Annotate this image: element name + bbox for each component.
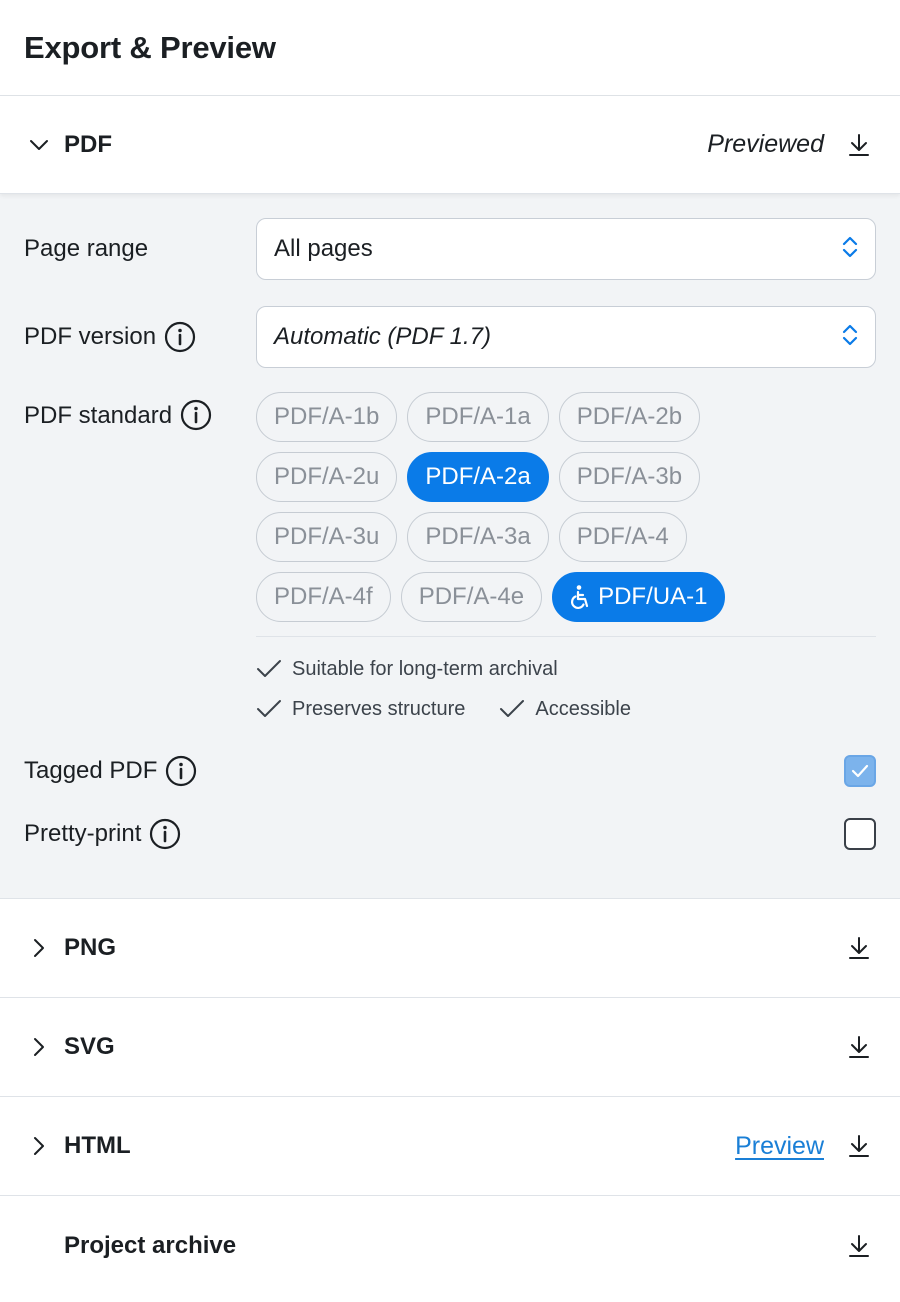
html-preview-link[interactable]: Preview [735,1132,824,1161]
pdf-version-label-text: PDF version [24,323,157,350]
pdf-status: Previewed [707,130,824,158]
divider [256,636,876,637]
chip-pdfua-1-label: PDF/UA-1 [598,583,708,610]
check-icon [256,699,282,719]
export-preview-panel: Export & Preview PDF Previewed Page rang… [0,0,900,1302]
check-icon [256,659,282,679]
check-icon [499,699,525,719]
feature-item: Accessible [499,698,631,721]
png-section-header[interactable]: PNG [0,899,900,997]
feature-text: Suitable for long-term archival [292,657,558,680]
info-icon[interactable] [165,755,197,787]
select-arrows-icon [841,322,859,353]
feature-item: Preserves structure [256,698,465,721]
png-section: PNG [0,899,900,998]
chip-pdfa-4[interactable]: PDF/A-4 [558,512,687,562]
tagged-pdf-label-text: Tagged PDF [24,756,158,784]
svg-section-header[interactable]: SVG [0,998,900,1096]
html-section-header[interactable]: HTML Preview [0,1097,900,1195]
chip-pdfa-2a[interactable]: PDF/A-2a [407,452,549,502]
chip-pdfa-3u[interactable]: PDF/A-3u [256,512,398,562]
pdf-standard-label-text: PDF standard [24,402,173,429]
page-range-label-text: Page range [24,235,149,262]
download-svg-icon[interactable] [846,1034,872,1060]
panel-title: Export & Preview [24,29,276,65]
pdf-version-value: Automatic (PDF 1.7) [274,323,491,350]
feature-text: Preserves structure [292,697,466,720]
pdf-version-row: PDF version Automatic (PDF 1.7) [24,306,876,368]
svg-section: SVG [0,998,900,1097]
feature-line: Preserves structure Accessible [256,689,876,729]
download-png-icon[interactable] [846,935,872,961]
chevron-right-icon[interactable] [26,935,52,961]
download-pdf-icon[interactable] [846,132,872,158]
tagged-pdf-checkbox[interactable] [844,754,876,787]
chevron-right-icon[interactable] [26,1034,52,1060]
feature-line: Suitable for long-term archival [256,649,876,689]
select-arrows-icon [841,234,859,265]
pdf-standard-label: PDF standard [24,392,256,729]
pretty-print-label: Pretty-print [24,818,844,850]
page-range-row: Page range All pages [24,218,876,280]
pdf-options: Page range All pages PDF version Automat… [0,194,900,899]
info-icon[interactable] [164,321,196,353]
tagged-pdf-row: Tagged PDF [24,739,876,802]
chevron-right-icon[interactable] [26,1133,52,1159]
info-icon[interactable] [180,399,212,431]
html-section-title: HTML [64,1132,131,1159]
pretty-print-label-text: Pretty-print [24,819,142,847]
pdf-standard-row: PDF standard PDF/A-1b PDF/A-1a PDF/A-2b … [24,392,876,729]
tagged-pdf-label: Tagged PDF [24,755,844,787]
panel-header: Export & Preview [0,0,900,96]
page-range-select[interactable]: All pages [256,218,876,280]
pretty-print-checkbox[interactable] [844,817,876,850]
chip-pdfa-4e[interactable]: PDF/A-4e [400,572,543,622]
download-html-icon[interactable] [846,1133,872,1159]
chip-pdfa-3b[interactable]: PDF/A-3b [558,452,701,502]
feature-item: Suitable for long-term archival [256,658,558,681]
png-section-title: PNG [64,934,117,961]
page-range-value: All pages [274,235,373,262]
chip-pdfa-3a[interactable]: PDF/A-3a [407,512,549,562]
accessibility-icon [570,584,592,610]
pdf-version-select[interactable]: Automatic (PDF 1.7) [256,306,876,368]
chip-pdfa-2b[interactable]: PDF/A-2b [558,392,701,442]
page-range-label: Page range [24,218,256,280]
chip-pdfua-1[interactable]: PDF/UA-1 [552,572,726,622]
chip-pdfa-4f[interactable]: PDF/A-4f [256,572,391,622]
project-archive-header[interactable]: Project archive [0,1196,900,1296]
chevron-down-icon[interactable] [26,132,52,158]
svg-section-title: SVG [64,1033,115,1060]
html-section: HTML Preview [0,1097,900,1196]
info-icon[interactable] [149,818,181,850]
pdf-section-title: PDF [64,130,112,158]
pretty-print-row: Pretty-print [24,802,876,865]
chip-pdfa-1b[interactable]: PDF/A-1b [256,392,398,442]
feature-text: Accessible [535,697,631,720]
chip-pdfa-1a[interactable]: PDF/A-1a [407,392,549,442]
pdf-section-header[interactable]: PDF Previewed [0,96,900,194]
chip-pdfa-2u[interactable]: PDF/A-2u [256,452,398,502]
project-archive-title: Project archive [64,1232,237,1259]
pdf-standard-chips: PDF/A-1b PDF/A-1a PDF/A-2b PDF/A-2u PDF/… [256,392,876,729]
download-archive-icon[interactable] [846,1233,872,1259]
project-archive-section: Project archive [0,1196,900,1296]
pdf-version-label: PDF version [24,306,256,368]
